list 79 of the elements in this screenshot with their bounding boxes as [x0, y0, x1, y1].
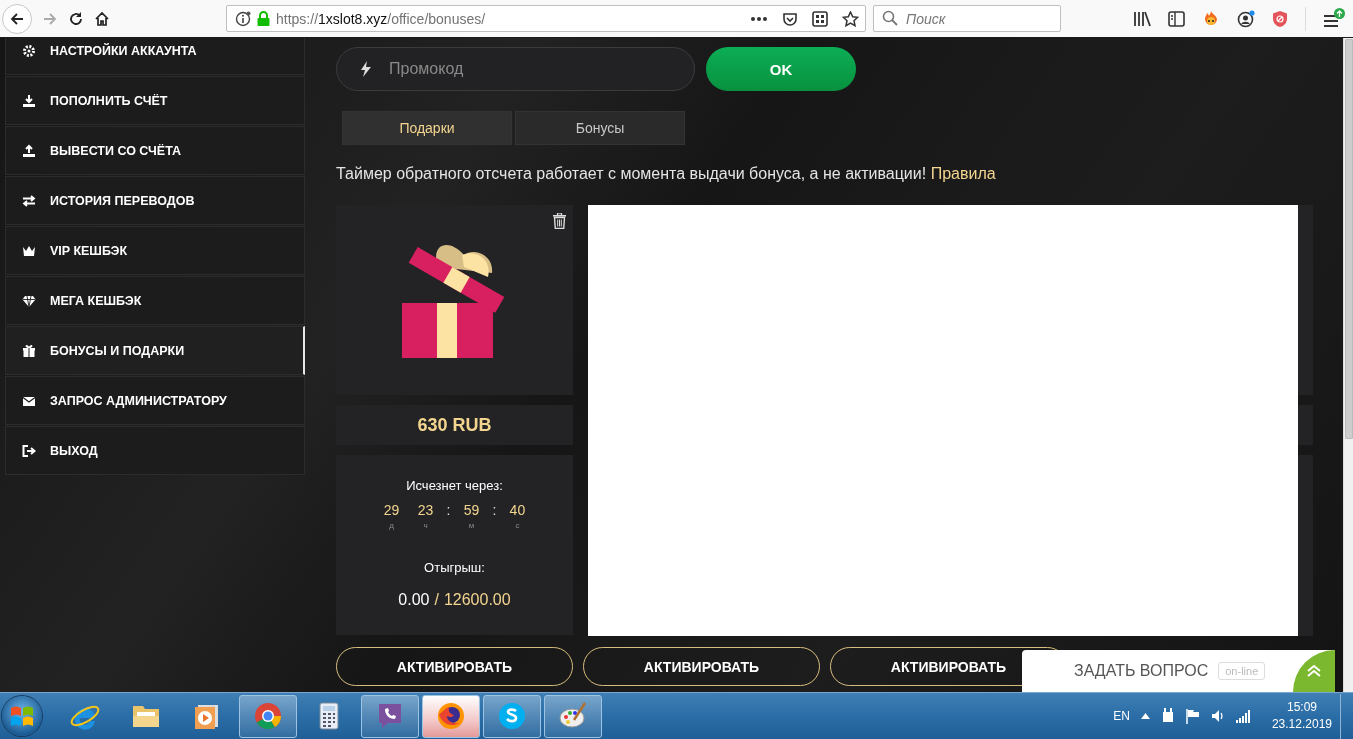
grid-icon[interactable]: [812, 10, 828, 27]
countdown-value: 23: [417, 502, 434, 518]
start-button[interactable]: [2, 696, 42, 736]
firefox-icon: [435, 700, 467, 732]
countdown-value: 59: [463, 502, 480, 518]
sidebar-item[interactable]: ВЫВЕСТИ СО СЧЁТА: [5, 126, 305, 175]
gift-icon: [22, 343, 36, 358]
lightning-icon: [361, 61, 371, 77]
sidebar-item[interactable]: VIP КЕШБЭК: [5, 226, 305, 275]
ask-question-button[interactable]: ЗАДАТЬ ВОПРОС: [1074, 662, 1209, 680]
signal-icon[interactable]: [1235, 709, 1251, 723]
address-bar[interactable]: https://1xslot8.xyz/office/bonuses/: [226, 5, 866, 32]
sidebar-item[interactable]: БОНУСЫ И ПОДАРКИ: [5, 326, 305, 375]
gears-icon: [22, 43, 36, 58]
flag-icon[interactable]: [1185, 708, 1200, 724]
info-icon[interactable]: [235, 10, 251, 27]
card-edge: [1298, 405, 1313, 445]
wager-separator: /: [434, 591, 439, 609]
more-icon[interactable]: [750, 15, 768, 22]
sidebar-item[interactable]: ПОПОЛНИТЬ СЧЁТ: [5, 76, 305, 125]
back-button[interactable]: [2, 3, 32, 34]
tray-expand-icon[interactable]: [1140, 713, 1150, 719]
upload-icon: [22, 143, 36, 158]
countdown-unit: ч: [423, 521, 428, 530]
lock-icon: [257, 11, 270, 26]
skype-icon: [496, 700, 528, 732]
expires-label: Исчезнет через:: [406, 478, 503, 493]
download-icon: [22, 93, 36, 108]
volume-icon[interactable]: [1210, 709, 1225, 723]
sidebar-item[interactable]: ИСТОРИЯ ПЕРЕВОДОВ: [5, 176, 305, 225]
countdown-unit: д: [389, 521, 394, 530]
notice-text: Таймер обратного отсчета работает с момента выдачи бонуса, а не активации! Правила: [336, 165, 997, 183]
tab[interactable]: Подарки: [342, 111, 512, 145]
back-arrow-icon: [9, 10, 25, 27]
wager-total: 12600.00: [443, 591, 511, 609]
library-icon[interactable]: [1133, 10, 1151, 27]
status-badge: on-line: [1218, 662, 1266, 680]
account-icon[interactable]: [1237, 9, 1255, 28]
exit-icon: [22, 443, 36, 458]
sidebar-item[interactable]: ВЫХОД: [5, 426, 305, 475]
windows-logo-icon: [10, 705, 34, 727]
sidebar-item[interactable]: МЕГА КЕШБЭК: [5, 276, 305, 325]
taskbar-app-button[interactable]: [483, 694, 541, 738]
menu-icon[interactable]: [1323, 7, 1345, 30]
pocket-icon[interactable]: [782, 10, 798, 27]
diamond-icon: [22, 293, 36, 308]
countdown-value: 29: [383, 502, 400, 518]
wager-label: Отыгрыш:: [424, 560, 485, 575]
url-text: https://1xslot8.xyz/office/bonuses/: [276, 10, 487, 27]
reload-icon[interactable]: [68, 10, 84, 27]
double-chevron-up-icon: [1306, 664, 1322, 678]
language-indicator[interactable]: EN: [1113, 709, 1130, 723]
home-icon[interactable]: [94, 10, 110, 27]
countdown-value: 40: [509, 502, 526, 518]
clock[interactable]: 15:09 23.12.2019: [1271, 699, 1332, 733]
sidebar-icon[interactable]: [1168, 10, 1185, 27]
power-plug-icon[interactable]: [1160, 708, 1175, 724]
search-field[interactable]: Поиск: [873, 5, 1061, 32]
taskbar-app-button[interactable]: [544, 694, 602, 738]
promo-code-field[interactable]: Промокод: [336, 47, 695, 91]
countdown-unit: м: [468, 521, 475, 530]
chrome-icon: [252, 700, 284, 732]
flame-icon[interactable]: [1202, 9, 1220, 28]
sidebar-item[interactable]: НАСТРОЙКИ АККАУНТА: [5, 38, 305, 75]
countdown-unit: с: [515, 521, 520, 530]
bonus-amount: 630 RUB: [336, 405, 573, 445]
sidebar-item[interactable]: ЗАПРОС АДМИНИСТРАТОРУ: [5, 376, 305, 425]
countdown-separator: :: [446, 502, 451, 518]
tab[interactable]: Бонусы: [515, 111, 685, 145]
countdown-separator: :: [492, 502, 497, 518]
wager-done-amount: 0.00: [398, 591, 430, 609]
star-icon[interactable]: [842, 10, 859, 27]
transfer-icon: [22, 193, 36, 208]
trash-icon[interactable]: [553, 213, 566, 229]
rules-link[interactable]: Правила: [930, 165, 996, 182]
search-icon: [882, 10, 898, 26]
shield-icon[interactable]: [1272, 9, 1288, 28]
scrollbar[interactable]: [1343, 38, 1353, 692]
taskbar-app-button[interactable]: [422, 694, 480, 738]
